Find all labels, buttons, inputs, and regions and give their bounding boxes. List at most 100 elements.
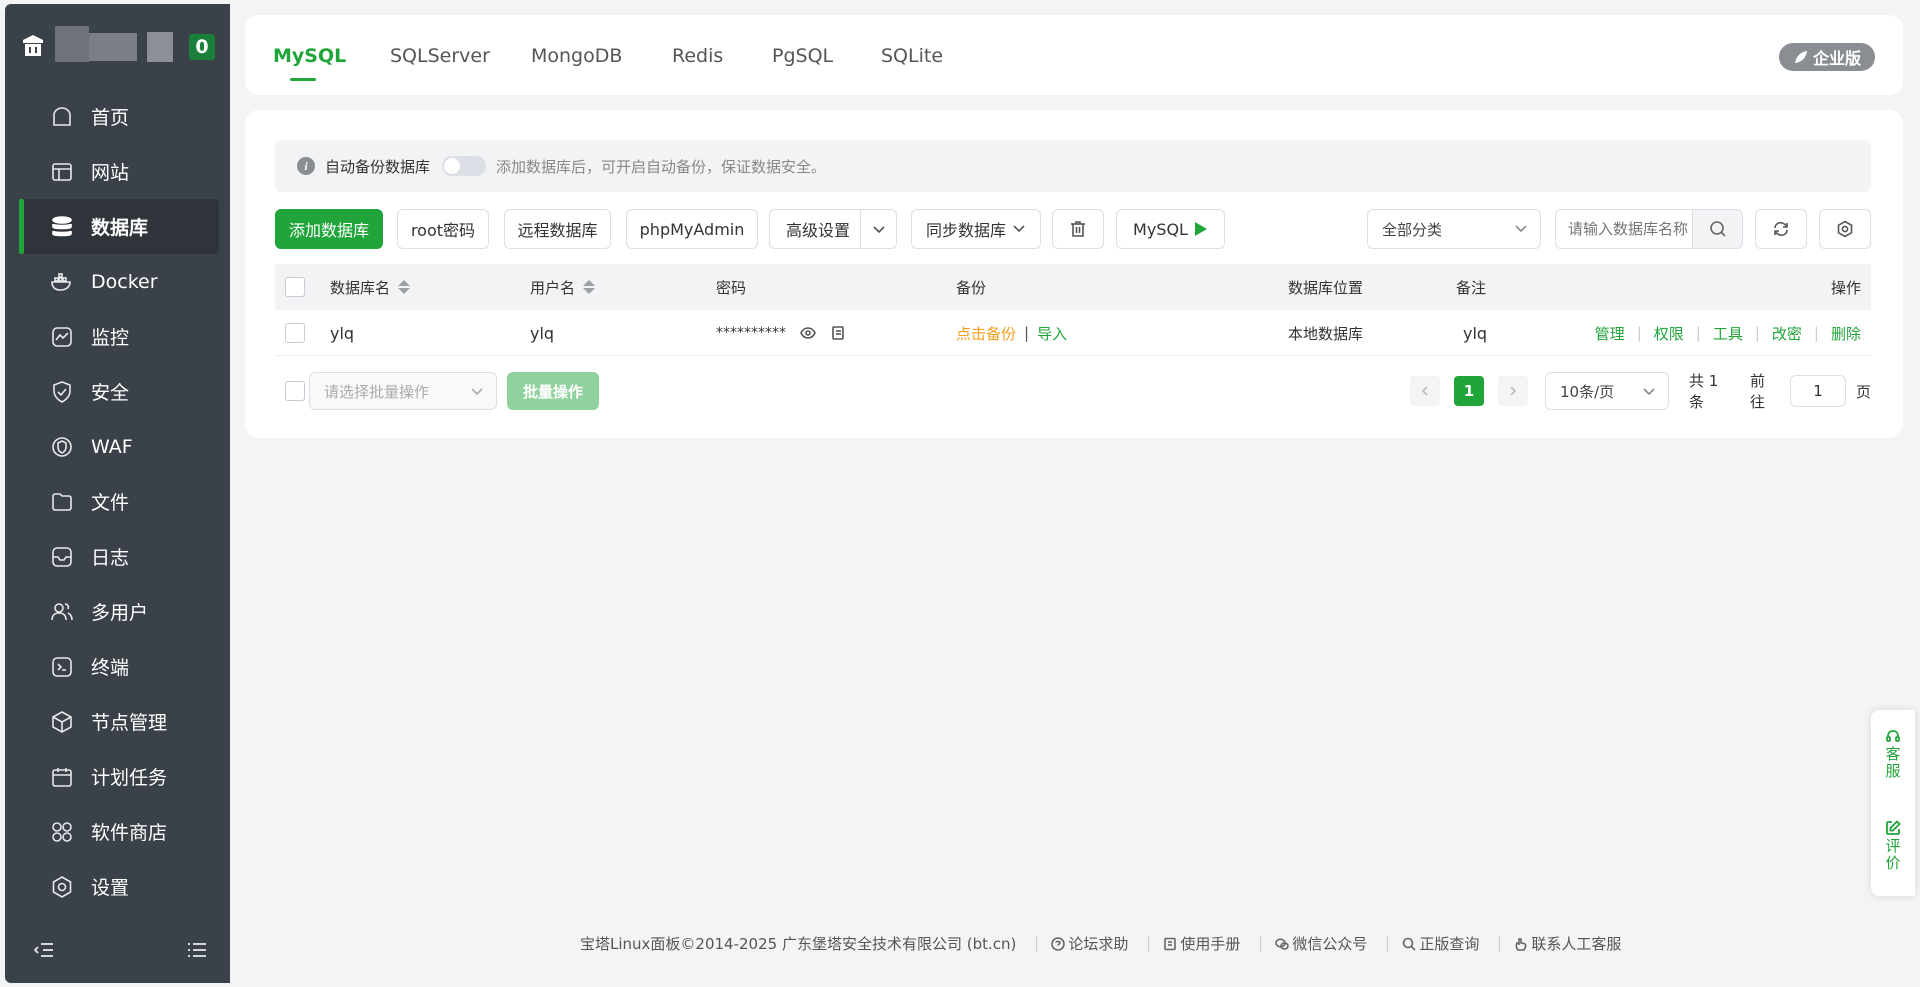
goto-label: 前往 — [1750, 372, 1766, 411]
sidebar-item-home[interactable]: 首页 — [5, 89, 230, 144]
import-link[interactable]: 导入 — [1037, 323, 1067, 344]
settings-button[interactable] — [1819, 209, 1871, 249]
goto-page-input[interactable] — [1789, 375, 1846, 407]
sidebar-item-website[interactable]: 网站 — [5, 144, 230, 199]
sidebar-item-users[interactable]: 多用户 — [5, 584, 230, 639]
sidebar-item-database[interactable]: 数据库 — [19, 199, 219, 254]
password-masked: ********** — [716, 325, 786, 341]
category-select[interactable]: 全部分类 — [1367, 209, 1541, 249]
delete-link[interactable]: 删除 — [1831, 323, 1861, 344]
database-search — [1555, 209, 1743, 249]
page-number-current[interactable]: 1 — [1454, 376, 1484, 406]
search-button[interactable] — [1692, 210, 1742, 248]
sidebar-item-logs[interactable]: 日志 — [5, 529, 230, 584]
tools-link[interactable]: 工具 — [1713, 323, 1743, 344]
advanced-settings-button[interactable]: 高级设置 — [769, 209, 897, 249]
select-all-checkbox[interactable] — [285, 277, 305, 297]
footer-link-support[interactable]: 联系人工客服 — [1499, 935, 1622, 953]
header-label: 数据库名 — [330, 278, 391, 297]
tab-mysql[interactable]: MySQL — [273, 45, 346, 67]
footer-link-label: 使用手册 — [1180, 935, 1241, 953]
tab-sqlite[interactable]: SQLite — [881, 45, 943, 67]
sidebar-item-store[interactable]: 软件商店 — [5, 804, 230, 859]
sidebar-item-docker[interactable]: Docker — [5, 254, 230, 309]
auto-backup-toggle[interactable] — [442, 156, 487, 176]
advanced-settings-label: 高级设置 — [786, 221, 851, 240]
sidebar-item-label: 数据库 — [91, 217, 149, 239]
change-password-link[interactable]: 改密 — [1772, 323, 1802, 344]
hand-icon — [1515, 937, 1527, 951]
auto-backup-label: 自动备份数据库 — [325, 157, 431, 176]
sidebar-item-waf[interactable]: WAF — [5, 419, 230, 474]
bulk-action-placeholder: 请选择批量操作 — [324, 382, 430, 401]
row-checkbox[interactable] — [285, 323, 305, 343]
pagination-info: 共 1 条 前往 页 — [1689, 372, 1871, 411]
notification-badge[interactable]: 0 — [189, 34, 215, 60]
select-all-cell — [285, 264, 305, 310]
copy-icon[interactable] — [830, 325, 846, 341]
header-db-name[interactable]: 数据库名 — [330, 264, 411, 310]
sidebar-item-label: 文件 — [91, 492, 130, 514]
footer-link-label: 微信公众号 — [1292, 935, 1368, 953]
sidebar-item-label: 多用户 — [91, 602, 149, 624]
chevron-right-icon — [1510, 386, 1517, 396]
cell-remark[interactable]: ylq — [1463, 310, 1487, 356]
phpmyadmin-button[interactable]: phpMyAdmin — [626, 209, 758, 249]
sidebar-item-terminal[interactable]: 终端 — [5, 639, 230, 694]
root-password-button[interactable]: root密码 — [397, 209, 489, 249]
info-icon: i — [297, 157, 315, 175]
customer-service-button[interactable]: 客 服 — [1871, 728, 1915, 780]
separator: | — [1024, 324, 1030, 342]
bulk-action-button[interactable]: 批量操作 — [507, 372, 599, 410]
header-username[interactable]: 用户名 — [530, 264, 596, 310]
mysql-service-button[interactable]: MySQL — [1116, 209, 1225, 249]
tab-mongodb[interactable]: MongoDB — [531, 45, 622, 67]
search-input[interactable] — [1556, 210, 1692, 248]
bulk-action-select[interactable]: 请选择批量操作 — [309, 372, 497, 410]
sidebar-item-monitor[interactable]: 监控 — [5, 309, 230, 364]
backup-now-link[interactable]: 点击备份 — [956, 323, 1016, 344]
terminal-icon — [49, 654, 75, 680]
collapse-sidebar-icon[interactable] — [33, 939, 55, 965]
footer-link-forum[interactable]: 论坛求助 — [1036, 935, 1128, 953]
sidebar-item-files[interactable]: 文件 — [5, 474, 230, 529]
tab-pgsql[interactable]: PgSQL — [772, 45, 833, 67]
menu-list-icon[interactable] — [186, 939, 208, 965]
sort-icon — [398, 280, 411, 294]
sidebar-item-cron[interactable]: 计划任务 — [5, 749, 230, 804]
sidebar-item-label: Docker — [91, 270, 158, 293]
chevron-left-icon — [1421, 386, 1428, 396]
sidebar-item-nodes[interactable]: 节点管理 — [5, 694, 230, 749]
tab-sqlserver[interactable]: SQLServer — [390, 45, 490, 67]
cell-location: 本地数据库 — [1288, 324, 1364, 343]
cell-backup: 点击备份 | 导入 — [956, 310, 1067, 356]
manage-link[interactable]: 管理 — [1595, 323, 1625, 344]
footer-link-label: 联系人工客服 — [1531, 935, 1622, 953]
sidebar-item-settings[interactable]: 设置 — [5, 859, 230, 914]
permission-link[interactable]: 权限 — [1654, 323, 1684, 344]
prev-page-button[interactable] — [1410, 376, 1440, 406]
footer-link-manual[interactable]: 使用手册 — [1148, 935, 1241, 953]
header-location: 数据库位置 — [1288, 278, 1364, 297]
bulk-select-checkbox[interactable] — [285, 381, 305, 401]
delete-button[interactable] — [1052, 209, 1104, 249]
refresh-button[interactable] — [1755, 209, 1807, 249]
enterprise-badge[interactable]: 企业版 — [1779, 43, 1875, 71]
refresh-icon — [1774, 221, 1788, 237]
total-count: 共 1 条 — [1689, 372, 1719, 411]
database-icon — [49, 214, 75, 240]
eye-icon[interactable] — [800, 325, 816, 341]
remote-database-button[interactable]: 远程数据库 — [504, 209, 611, 249]
page-size-select[interactable]: 10条/页 — [1545, 372, 1669, 410]
pagination: 1 — [1410, 374, 1542, 408]
next-page-button[interactable] — [1498, 376, 1528, 406]
divider — [860, 210, 861, 248]
sidebar-item-security[interactable]: 安全 — [5, 364, 230, 419]
review-button[interactable]: 评 价 — [1871, 820, 1915, 872]
tab-redis[interactable]: Redis — [672, 45, 723, 67]
sync-database-button[interactable]: 同步数据库 — [911, 209, 1041, 249]
add-database-button[interactable]: 添加数据库 — [275, 209, 383, 249]
footer-link-verify[interactable]: 正版查询 — [1387, 935, 1479, 953]
cell-db-name[interactable]: ylq — [330, 310, 354, 356]
footer-link-wechat[interactable]: 微信公众号 — [1260, 935, 1368, 953]
